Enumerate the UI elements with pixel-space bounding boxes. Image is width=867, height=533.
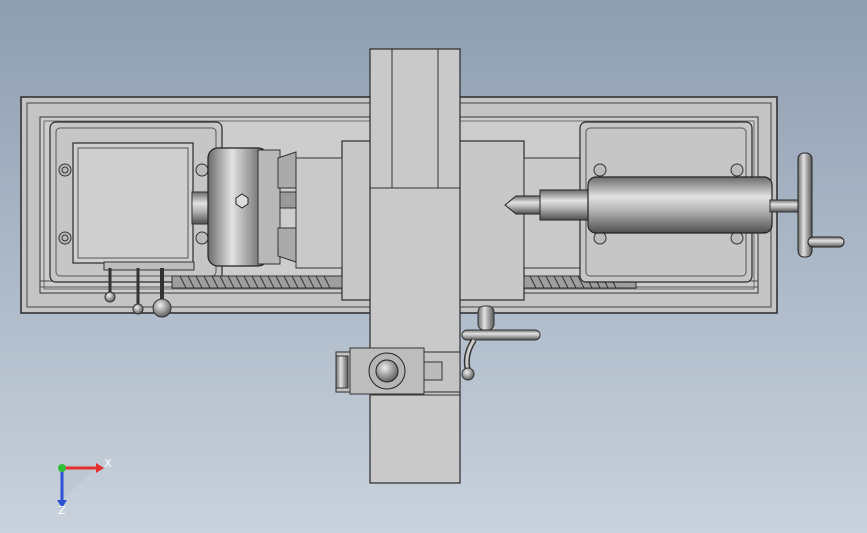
carriage-handle[interactable] xyxy=(461,305,541,381)
chuck[interactable] xyxy=(191,147,297,267)
axis-triad: X Z xyxy=(57,457,112,517)
cross-slide[interactable] xyxy=(369,48,461,484)
z-axis-label: Z xyxy=(58,504,66,517)
tailstock-handwheel[interactable] xyxy=(797,152,845,258)
cad-viewport[interactable]: X Z xyxy=(0,0,867,533)
compound-rest[interactable] xyxy=(335,347,461,395)
y-axis-dot xyxy=(58,464,66,472)
x-axis-label: X xyxy=(104,457,112,470)
